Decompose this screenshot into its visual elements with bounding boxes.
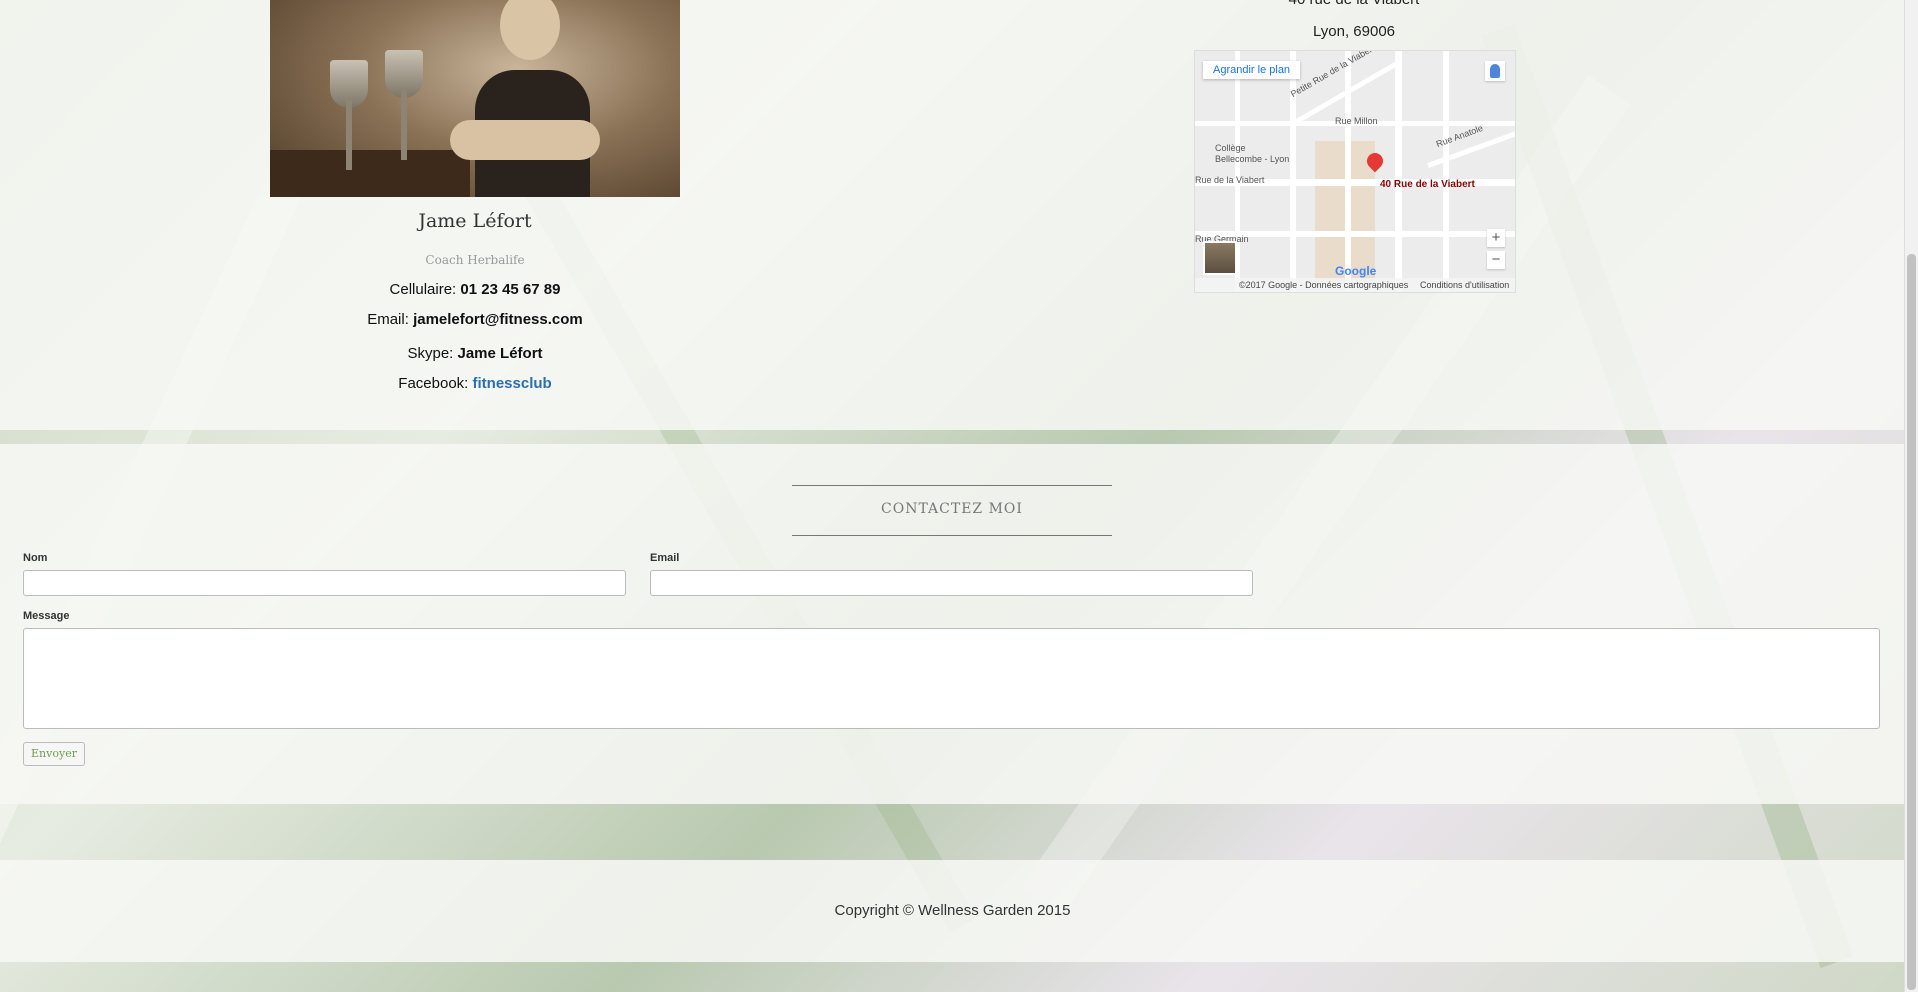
map-zoom-in-button[interactable]: + bbox=[1487, 229, 1505, 247]
map-zoom-out-button[interactable]: − bbox=[1487, 251, 1505, 269]
map-terms-link[interactable]: Conditions d'utilisation bbox=[1420, 278, 1509, 292]
email-value: jamelefort@fitness.com bbox=[413, 311, 583, 328]
skype-line: Skype: Jame Léfort bbox=[270, 345, 680, 362]
send-button[interactable]: Envoyer bbox=[23, 742, 85, 766]
message-label: Message bbox=[23, 610, 70, 622]
map-street-label: Rue de la Viabert bbox=[1195, 175, 1265, 185]
form-title: CONTACTEZ MOI bbox=[881, 501, 1023, 517]
street-view-pegman-icon[interactable] bbox=[1485, 61, 1505, 81]
phone-label: Cellulaire: bbox=[389, 281, 457, 298]
coach-name: Jame Léfort bbox=[418, 210, 532, 232]
message-textarea[interactable] bbox=[23, 628, 1880, 729]
page-scrollbar[interactable] bbox=[1904, 0, 1918, 992]
facebook-label: Facebook: bbox=[398, 375, 469, 392]
map-attribution: ©2017 Google - Données cartographiques C… bbox=[1195, 278, 1515, 292]
map-marker-label: 40 Rue de la Viabert bbox=[1380, 179, 1475, 190]
map-enlarge-link[interactable]: Agrandir le plan bbox=[1203, 61, 1301, 79]
google-map[interactable]: Rue Millon Collège Bellecombe - Lyon Rue… bbox=[1194, 50, 1516, 293]
map-street-label: Petite Rue de la Viabert bbox=[1288, 50, 1377, 100]
facebook-line: Facebook: fitnessclub bbox=[270, 375, 680, 392]
coach-role: Coach Herbalife bbox=[425, 253, 525, 267]
facebook-link[interactable]: fitnessclub bbox=[473, 375, 552, 392]
skype-value: Jame Léfort bbox=[457, 345, 543, 362]
skype-label: Skype: bbox=[407, 345, 454, 362]
phone-line: Cellulaire: 01 23 45 67 89 bbox=[270, 281, 680, 298]
phone-value: 01 23 45 67 89 bbox=[460, 281, 561, 298]
scrollbar-thumb[interactable] bbox=[1907, 254, 1916, 990]
google-logo: Google bbox=[1335, 264, 1377, 278]
map-poi-label: Collège bbox=[1215, 143, 1246, 153]
satellite-toggle-button[interactable] bbox=[1203, 241, 1237, 275]
map-street-label: Rue Millon bbox=[1335, 116, 1378, 126]
email-input[interactable] bbox=[650, 570, 1253, 596]
map-data-attribution: ©2017 Google - Données cartographiques bbox=[1239, 280, 1409, 290]
map-poi-label: Bellecombe - Lyon bbox=[1215, 154, 1290, 164]
form-title-box: CONTACTEZ MOI bbox=[792, 485, 1112, 536]
email-label: Email bbox=[650, 552, 680, 564]
email-label: Email: bbox=[367, 311, 409, 328]
address-city: Lyon, 69006 bbox=[1312, 23, 1396, 40]
coach-photo bbox=[270, 0, 680, 197]
address-street: 40 rue de la Viabert bbox=[1194, 0, 1514, 8]
name-label: Nom bbox=[23, 552, 48, 564]
email-line: Email: jamelefort@fitness.com bbox=[270, 311, 680, 328]
copyright-text: Copyright © Wellness Garden 2015 bbox=[834, 902, 1071, 919]
name-input[interactable] bbox=[23, 570, 626, 596]
